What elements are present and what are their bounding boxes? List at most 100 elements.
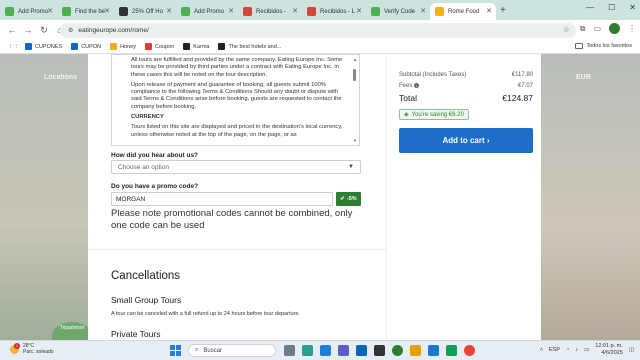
folder-app-icon[interactable] bbox=[410, 345, 421, 356]
promo-note: Please note promotional codes cannot be … bbox=[111, 208, 353, 231]
language-indicator[interactable]: ESP bbox=[549, 347, 560, 353]
tab-favicon-icon bbox=[371, 7, 380, 16]
close-icon[interactable]: ✕ bbox=[166, 7, 172, 15]
sidebar-icon[interactable]: ▭ bbox=[593, 24, 601, 33]
bookmark-cupon[interactable]: CUPON bbox=[71, 43, 101, 50]
edge-icon[interactable] bbox=[302, 345, 313, 356]
start-icon[interactable] bbox=[170, 345, 181, 356]
close-icon[interactable]: ✕ bbox=[228, 7, 234, 15]
tab-25-off[interactable]: 25% Off Ho ✕ bbox=[114, 3, 176, 20]
taskbar-search[interactable]: ⌕ Buscar bbox=[188, 344, 276, 357]
tab-verify-code[interactable]: Verify Code ✕ bbox=[366, 3, 430, 20]
tripadvisor-label: Tripadvisor bbox=[59, 325, 85, 331]
tab-recibidos-1[interactable]: Recibidos - ✕ bbox=[238, 3, 302, 20]
bookmark-cupones[interactable]: CUPONES bbox=[25, 43, 62, 50]
tab-recibidos-2[interactable]: Recibidos - L ✕ bbox=[302, 3, 366, 20]
scrollbar-thumb[interactable] bbox=[353, 69, 356, 81]
battery-icon[interactable]: ▭ bbox=[584, 347, 589, 353]
address-bar[interactable]: ⚙ eatingeurope.com/rome/ ☆ bbox=[60, 23, 576, 38]
bookmark-label: The best hotels and... bbox=[228, 43, 282, 50]
promo-applied-badge: ✔ -5% bbox=[336, 192, 361, 206]
chrome-icon[interactable] bbox=[392, 345, 403, 356]
bookmark-karma[interactable]: Karma bbox=[183, 43, 209, 50]
tag-icon: ◈ bbox=[404, 112, 409, 118]
tab-add-promo-1[interactable]: Add Promo ✕ bbox=[0, 3, 57, 20]
bookmark-coupon[interactable]: Coupon bbox=[144, 43, 175, 50]
scroll-down-icon[interactable]: ▼ bbox=[353, 137, 357, 144]
close-window-icon[interactable]: ✕ bbox=[629, 3, 636, 12]
volume-icon[interactable]: ♪ bbox=[575, 347, 578, 353]
close-icon[interactable]: ✕ bbox=[486, 7, 492, 15]
new-tab-button[interactable]: + bbox=[500, 5, 506, 16]
wifi-icon[interactable]: ◔ bbox=[566, 347, 569, 353]
weather-text: Parc. soleado bbox=[23, 349, 54, 355]
extensions-icon[interactable]: ⧉ bbox=[580, 24, 586, 34]
terms-heading: CURRENCY bbox=[131, 114, 164, 121]
scroll-up-icon[interactable]: ▲ bbox=[353, 56, 357, 63]
menu-icon[interactable]: ⋮ bbox=[628, 24, 636, 33]
bookmark-label: CUPON bbox=[81, 43, 102, 50]
maximize-icon[interactable]: ☐ bbox=[608, 3, 615, 12]
nav-locations[interactable]: Locations bbox=[44, 74, 77, 81]
taskbar: 1 28°C Parc. soleado ⌕ Buscar ˄ ESP ◔ ♪ … bbox=[0, 340, 640, 360]
add-to-cart-button[interactable]: Add to cart › bbox=[399, 128, 533, 153]
close-icon[interactable]: ✕ bbox=[356, 7, 362, 15]
close-icon[interactable]: ✕ bbox=[47, 7, 53, 15]
bookmark-icon bbox=[71, 43, 79, 50]
bookmark-honey[interactable]: Honey bbox=[110, 43, 136, 50]
tab-strip: Add Promo ✕ Find the be ✕ 25% Off Ho ✕ A… bbox=[0, 0, 640, 20]
clock[interactable]: 12:01 p. m. 4/6/2025 bbox=[595, 343, 623, 357]
weather-widget[interactable]: 1 28°C Parc. soleado bbox=[10, 342, 54, 355]
all-bookmarks[interactable]: Todos los favoritos bbox=[575, 43, 632, 49]
store-icon[interactable] bbox=[356, 345, 367, 356]
subtotal-value: €117.80 bbox=[511, 72, 533, 78]
bookmark-best-hotels[interactable]: The best hotels and... bbox=[218, 43, 281, 50]
close-icon[interactable]: ✕ bbox=[104, 7, 110, 15]
file-explorer-icon[interactable] bbox=[320, 345, 331, 356]
tab-label: Rome Food bbox=[448, 8, 480, 15]
total-label: Total bbox=[399, 93, 417, 103]
info-icon[interactable]: i bbox=[414, 83, 420, 88]
hear-about-select[interactable]: Choose an option ▼ bbox=[111, 160, 361, 174]
close-icon[interactable]: ✕ bbox=[292, 7, 298, 15]
tab-label: Recibidos - L bbox=[320, 8, 356, 15]
notifications-icon[interactable]: ◫ bbox=[629, 347, 634, 353]
terms-paragraph: All tours are fulfilled and provided by … bbox=[131, 57, 343, 78]
minimize-icon[interactable]: — bbox=[586, 3, 594, 12]
bookmark-star-icon[interactable]: ☆ bbox=[563, 25, 570, 34]
tab-label: Add Promo bbox=[194, 8, 225, 15]
tab-find-best[interactable]: Find the be ✕ bbox=[57, 3, 114, 20]
tray-chevron-icon[interactable]: ˄ bbox=[540, 347, 543, 353]
chrome-profile-icon[interactable] bbox=[464, 345, 475, 356]
tab-favicon-icon bbox=[5, 7, 14, 16]
small-group-heading: Small Group Tours bbox=[111, 295, 182, 305]
site-info-icon[interactable]: ⚙ bbox=[68, 27, 73, 34]
sheets-icon[interactable] bbox=[446, 345, 457, 356]
sun-icon: 1 bbox=[10, 342, 20, 354]
currency-selector[interactable]: EUR bbox=[576, 74, 591, 81]
terms-box[interactable]: All tours are fulfilled and provided by … bbox=[111, 54, 360, 146]
terminal-icon[interactable] bbox=[374, 345, 385, 356]
promo-code-input[interactable]: MORGAN bbox=[111, 192, 333, 206]
toolbar-right: ⧉ ▭ ⋮ bbox=[580, 23, 636, 34]
tab-add-promo-2[interactable]: Add Promo ✕ bbox=[176, 3, 238, 20]
reload-icon[interactable]: ↻ bbox=[36, 25, 52, 36]
close-icon[interactable]: ✕ bbox=[420, 7, 426, 15]
tab-favicon-icon bbox=[119, 7, 128, 16]
checkout-panel: All tours are fulfilled and provided by … bbox=[88, 54, 541, 340]
tab-rome-food[interactable]: Rome Food ✕ bbox=[430, 3, 496, 20]
private-tours-heading: Private Tours bbox=[111, 329, 161, 339]
task-view-icon[interactable] bbox=[284, 345, 295, 356]
total-value: €124.87 bbox=[502, 93, 533, 103]
back-icon[interactable]: ← bbox=[4, 25, 20, 35]
avatar[interactable] bbox=[609, 23, 620, 34]
apps-icon[interactable]: ⋮⋮ bbox=[8, 44, 19, 50]
teams-icon[interactable] bbox=[338, 345, 349, 356]
bookmark-icon bbox=[218, 43, 226, 50]
word-icon[interactable] bbox=[428, 345, 439, 356]
promo-discount: -5% bbox=[346, 196, 357, 202]
background-photo-left bbox=[0, 54, 90, 340]
forward-icon[interactable]: → bbox=[20, 25, 36, 35]
bookmark-label: Coupon bbox=[154, 43, 175, 50]
fees-label: Fees bbox=[399, 83, 413, 89]
